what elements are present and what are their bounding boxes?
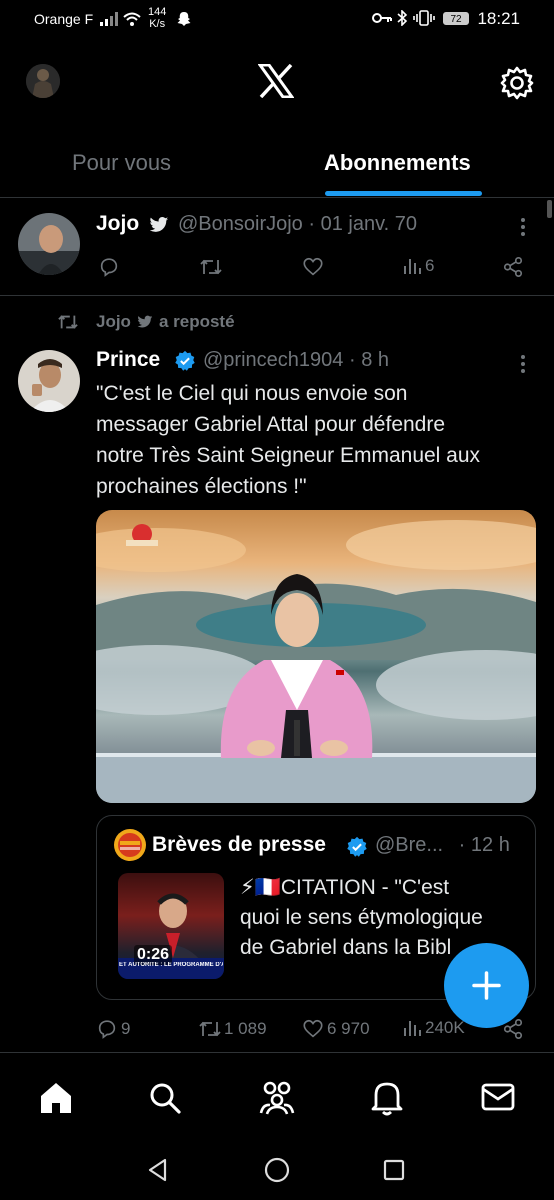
key-icon xyxy=(372,13,392,23)
verified-badge-icon xyxy=(175,350,195,371)
tweet2-meta: @princech1904 · 8 h xyxy=(203,349,389,372)
gear-icon xyxy=(500,66,534,100)
communities-icon[interactable] xyxy=(258,1079,296,1115)
tweet-divider xyxy=(0,295,554,296)
scrollbar[interactable] xyxy=(547,200,552,218)
views-count: 6 xyxy=(425,256,435,275)
author-name[interactable]: Prince xyxy=(96,348,160,372)
speed-value: 144 xyxy=(148,6,167,18)
repost-icon[interactable] xyxy=(199,256,223,278)
plus-icon xyxy=(472,971,501,1000)
messages-envelope-icon[interactable] xyxy=(481,1083,515,1111)
back-icon[interactable] xyxy=(145,1157,171,1183)
views-icon xyxy=(404,1021,421,1036)
snapchat-icon xyxy=(177,12,191,26)
separator: · xyxy=(308,213,316,235)
avatar-image xyxy=(18,213,80,275)
like-icon[interactable] xyxy=(302,256,324,278)
thumbnail-caption: ET AUTORITÉ : LE PROGRAMME D'ATTAL? xyxy=(119,962,223,968)
tweet-time[interactable]: 8 h xyxy=(361,349,389,371)
tweet-avatar[interactable] xyxy=(18,350,80,412)
reposter-name: Jojo xyxy=(96,312,131,331)
tabs-divider xyxy=(0,197,554,198)
carrier-label: Orange F xyxy=(34,11,94,27)
bottom-navigation xyxy=(0,1052,554,1141)
views-count: 240K xyxy=(425,1018,465,1037)
repost-stat[interactable]: 1 089 xyxy=(198,1018,267,1040)
share-icon[interactable] xyxy=(502,256,524,278)
recents-icon[interactable] xyxy=(383,1159,405,1181)
system-navigation-bar xyxy=(0,1140,554,1200)
like-icon xyxy=(303,1019,323,1038)
tweet-media-image[interactable] xyxy=(96,510,536,803)
more-options-button[interactable] xyxy=(520,215,526,239)
quote-author-name: Brèves de presse xyxy=(152,833,326,856)
search-icon[interactable] xyxy=(148,1081,182,1115)
quote-video-thumbnail[interactable]: 0:26 ET AUTORITÉ : LE PROGRAMME D'ATTAL? xyxy=(118,873,224,979)
share-icon[interactable] xyxy=(502,1018,524,1040)
views-icon xyxy=(404,259,421,274)
reply-icon[interactable] xyxy=(98,256,120,278)
bird-emoji-icon xyxy=(137,315,153,328)
verified-badge-icon xyxy=(347,836,367,857)
author-name[interactable]: Jojo xyxy=(96,212,139,236)
clock: 18:21 xyxy=(477,9,520,28)
quote-time: 12 h xyxy=(470,834,510,856)
repost-icon xyxy=(199,1021,221,1037)
speed-unit: K/s xyxy=(149,18,166,30)
repost-label[interactable]: Jojo a reposté xyxy=(96,312,235,332)
home-icon[interactable] xyxy=(38,1081,74,1115)
compose-button[interactable] xyxy=(444,943,529,1028)
repost-indicator-icon xyxy=(58,315,78,329)
news-anchor-image xyxy=(96,520,536,803)
x-logo-icon xyxy=(258,64,294,98)
bluetooth-icon xyxy=(397,10,408,26)
reply-stat[interactable]: 9 xyxy=(96,1018,130,1040)
tab-for-you[interactable]: Pour vous xyxy=(72,150,171,176)
quote-handle: @Bre... xyxy=(375,834,444,856)
network-speed: 144 K/s xyxy=(148,6,166,30)
wifi-icon xyxy=(123,12,141,26)
x-logo[interactable] xyxy=(258,64,294,98)
battery-indicator: 72 xyxy=(443,12,469,25)
like-stat[interactable]: 6 970 xyxy=(302,1018,370,1040)
separator: · xyxy=(348,349,356,371)
profile-avatar[interactable] xyxy=(26,64,60,98)
vibrate-icon xyxy=(413,10,435,26)
repost-text: a reposté xyxy=(158,312,235,331)
tweet-date[interactable]: 01 janv. 70 xyxy=(321,213,417,235)
reply-icon xyxy=(98,1020,116,1039)
author-handle[interactable]: @princech1904 xyxy=(203,349,343,371)
repost-count: 1 089 xyxy=(224,1019,267,1038)
quote-meta: @Bre... · 12 h xyxy=(375,834,510,857)
reply-count: 9 xyxy=(121,1019,131,1038)
tweet1-meta: @BonsoirJojo · 01 janv. 70 xyxy=(178,213,417,236)
author-handle[interactable]: @BonsoirJojo xyxy=(178,213,303,235)
home-circle-icon[interactable] xyxy=(264,1157,290,1183)
like-count: 6 970 xyxy=(327,1019,370,1038)
views-stat[interactable]: 6 xyxy=(402,256,434,276)
active-tab-indicator xyxy=(325,191,482,196)
notifications-bell-icon[interactable] xyxy=(371,1080,403,1116)
quote-avatar xyxy=(114,829,146,861)
tab-following[interactable]: Abonnements xyxy=(324,150,471,176)
avatar-image xyxy=(26,64,60,98)
signal-icon xyxy=(100,12,118,26)
avatar-image xyxy=(18,350,80,412)
status-bar: Orange F 144 K/s 72 18:21 xyxy=(0,0,554,40)
tweet-avatar[interactable] xyxy=(18,213,80,275)
separator: · xyxy=(458,834,466,856)
more-options-button[interactable] xyxy=(520,352,526,376)
tweet-text: "C'est le Ciel qui nous envoie son messa… xyxy=(96,382,481,498)
bird-emoji-icon xyxy=(149,217,169,232)
settings-button[interactable] xyxy=(500,66,534,100)
views-stat[interactable]: 240K xyxy=(402,1018,465,1038)
